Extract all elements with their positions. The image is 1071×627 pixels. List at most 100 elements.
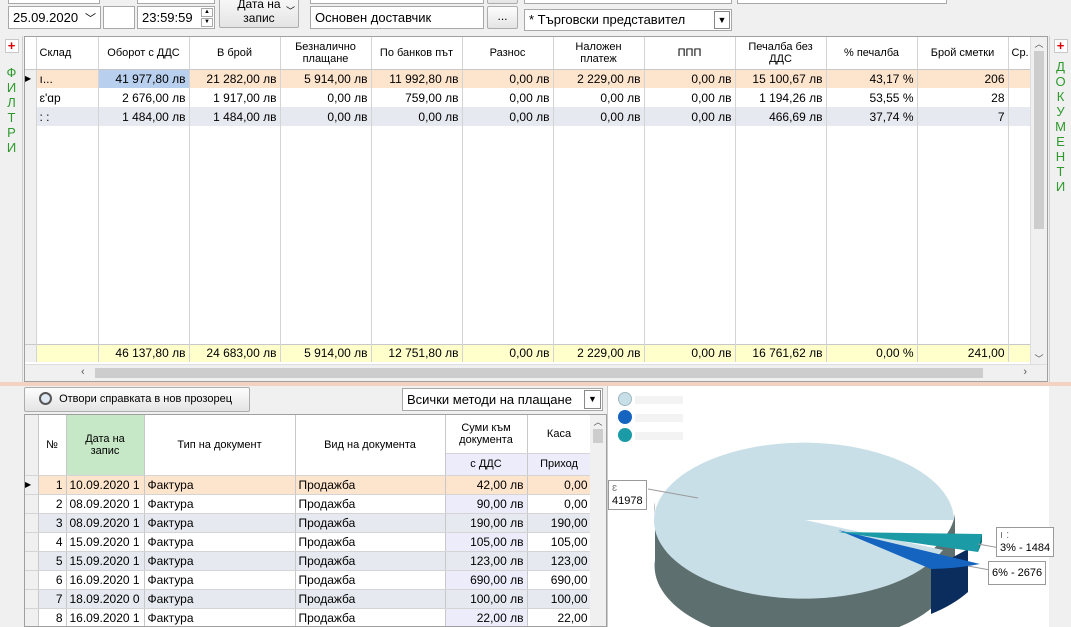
table-cell[interactable]: 11 992,80 лв [371,69,463,88]
table-cell[interactable]: 8 [38,608,67,626]
table-cell[interactable]: 7 [917,107,1009,126]
top-hidden-select[interactable] [524,0,732,4]
table-row[interactable]: 8 16.09.2020 1 Фактура Продажба 22,00 лв… [25,608,592,626]
horizontal-scroll-thumb[interactable] [95,368,983,378]
column-header[interactable]: В брой [189,37,281,70]
scroll-up-icon[interactable]: ︿ [590,415,606,427]
documents-grid[interactable]: № Дата на запис Тип на документ Вид на д… [24,414,607,627]
spin-up-icon[interactable]: ▲ [201,8,213,17]
table-cell[interactable]: Фактура [144,513,296,533]
documents-panel[interactable]: + Д О К У М Е Н Т И [1049,36,1071,382]
table-cell[interactable]: 123,00 лв [445,551,528,571]
table-cell[interactable]: 90,00 лв [445,494,528,514]
top-right-field[interactable] [737,0,947,4]
table-cell[interactable]: 190,00 [527,513,592,533]
table-row[interactable]: ▶ 1 10.09.2020 1 Фактура Продажба 42,00 … [25,475,592,495]
scroll-left-icon[interactable]: ‹ [81,366,85,378]
top-hidden-button[interactable] [487,0,518,4]
vertical-scrollbar[interactable]: ︿ ﹀ [1030,37,1047,365]
table-cell[interactable]: 22,00 лв [445,608,528,626]
column-header-doc-kind[interactable]: Вид на документа [295,415,446,476]
column-header[interactable]: Брой сметки [917,37,1009,70]
table-cell[interactable]: 100,00 лв [445,589,528,609]
table-cell[interactable]: 21 282,00 лв [189,69,281,88]
table-cell[interactable]: 0,00 лв [644,107,736,126]
table-cell[interactable]: Фактура [144,589,296,609]
table-cell[interactable]: 0,00 лв [462,88,554,107]
open-report-button[interactable]: Отвори справката в нов прозорец [24,387,250,412]
date-from-field[interactable] [8,0,100,4]
table-cell[interactable]: 105,00 лв [445,532,528,552]
table-cell[interactable]: 1 194,26 лв [735,88,827,107]
table-cell[interactable]: 0,00 лв [644,69,736,88]
table-cell[interactable]: 0,00 лв [462,69,554,88]
scroll-right-icon[interactable]: › [1023,366,1027,378]
table-cell[interactable]: 15.09.2020 1 [66,532,145,552]
spin-down-icon[interactable]: ▼ [201,18,213,27]
column-subheader-income[interactable]: Приход [527,453,592,476]
column-header[interactable]: Оборот с ДДС [98,37,190,70]
table-cell[interactable]: 0,00 лв [280,88,372,107]
column-header[interactable]: Печалба без ДДС [735,37,827,70]
payment-method-select[interactable]: Всички методи на плащане ▼ [402,388,603,411]
table-cell[interactable]: 43,17 % [826,69,918,88]
table-cell[interactable]: 2 229,00 лв [553,69,645,88]
table-cell[interactable]: Продажба [295,475,446,495]
documents-vertical-scrollbar[interactable]: ︿ [590,415,606,626]
chevron-down-icon[interactable]: ﹀ [85,10,96,26]
table-cell[interactable]: 0,00 лв [280,107,372,126]
summary-grid[interactable]: Склад Оборот с ДДС В брой Безналично пла… [24,36,1048,382]
table-cell[interactable]: 206 [917,69,1009,88]
expand-documents-icon[interactable]: + [1053,39,1068,53]
table-cell[interactable]: 53,55 % [826,88,918,107]
column-header-no[interactable]: № [38,415,67,476]
column-header[interactable]: Безналично плащане [280,37,372,70]
column-header[interactable]: Склад [36,37,99,70]
table-cell[interactable]: 2 676,00 лв [98,88,190,107]
table-row[interactable]: ▶ ı... 41 977,80 лв 21 282,00 лв 5 914,0… [25,69,1032,88]
table-cell[interactable]: 1 [38,475,67,495]
table-cell[interactable]: 15 100,67 лв [735,69,827,88]
table-cell[interactable]: ɛ'ɑр [36,88,99,107]
scroll-up-icon[interactable]: ︿ [1031,37,1047,49]
column-header[interactable]: По банков път [371,37,463,70]
table-cell[interactable]: 37,74 % [826,107,918,126]
supplier-browse-button[interactable]: ... [487,6,518,29]
scroll-thumb[interactable] [593,429,603,443]
column-subheader-vat[interactable]: с ДДС [445,453,528,476]
table-cell[interactable]: 16.09.2020 1 [66,570,145,590]
table-cell[interactable]: Продажба [295,589,446,609]
table-cell[interactable]: 100,00 [527,589,592,609]
table-cell[interactable]: 0,00 [527,494,592,514]
table-cell[interactable]: 759,00 лв [371,88,463,107]
table-cell[interactable]: 3 [38,513,67,533]
table-cell[interactable]: Продажба [295,608,446,626]
table-cell[interactable]: 2 [38,494,67,514]
table-cell[interactable]: 5 [38,551,67,571]
table-cell[interactable]: 466,69 лв [735,107,827,126]
table-cell[interactable]: 41 977,80 лв [98,69,190,88]
table-cell[interactable]: 0,00 лв [644,88,736,107]
expand-filters-icon[interactable]: + [4,39,19,53]
column-header-doc-type[interactable]: Тип на документ [144,415,296,476]
table-row[interactable]: 4 15.09.2020 1 Фактура Продажба 105,00 л… [25,532,592,552]
time-from-field[interactable] [137,0,215,4]
table-cell[interactable] [1008,69,1032,88]
table-cell[interactable]: 105,00 [527,532,592,552]
table-cell[interactable]: 690,00 лв [445,570,528,590]
table-cell[interactable]: 22,00 [527,608,592,626]
table-cell[interactable]: 42,00 лв [445,475,528,495]
table-cell[interactable] [1008,88,1032,107]
table-cell[interactable]: 1 484,00 лв [98,107,190,126]
table-cell[interactable]: 190,00 лв [445,513,528,533]
table-cell[interactable]: Продажба [295,570,446,590]
table-cell[interactable]: 28 [917,88,1009,107]
table-cell[interactable]: Фактура [144,532,296,552]
table-cell[interactable]: 0,00 лв [462,107,554,126]
table-cell[interactable]: 10.09.2020 1 [66,475,145,495]
table-cell[interactable]: 15.09.2020 1 [66,551,145,571]
table-cell[interactable]: Продажба [295,532,446,552]
table-cell[interactable]: 5 914,00 лв [280,69,372,88]
table-row[interactable]: 6 16.09.2020 1 Фактура Продажба 690,00 л… [25,570,592,590]
date-of-record-button[interactable]: Дата на запис ﹀ [219,0,299,28]
